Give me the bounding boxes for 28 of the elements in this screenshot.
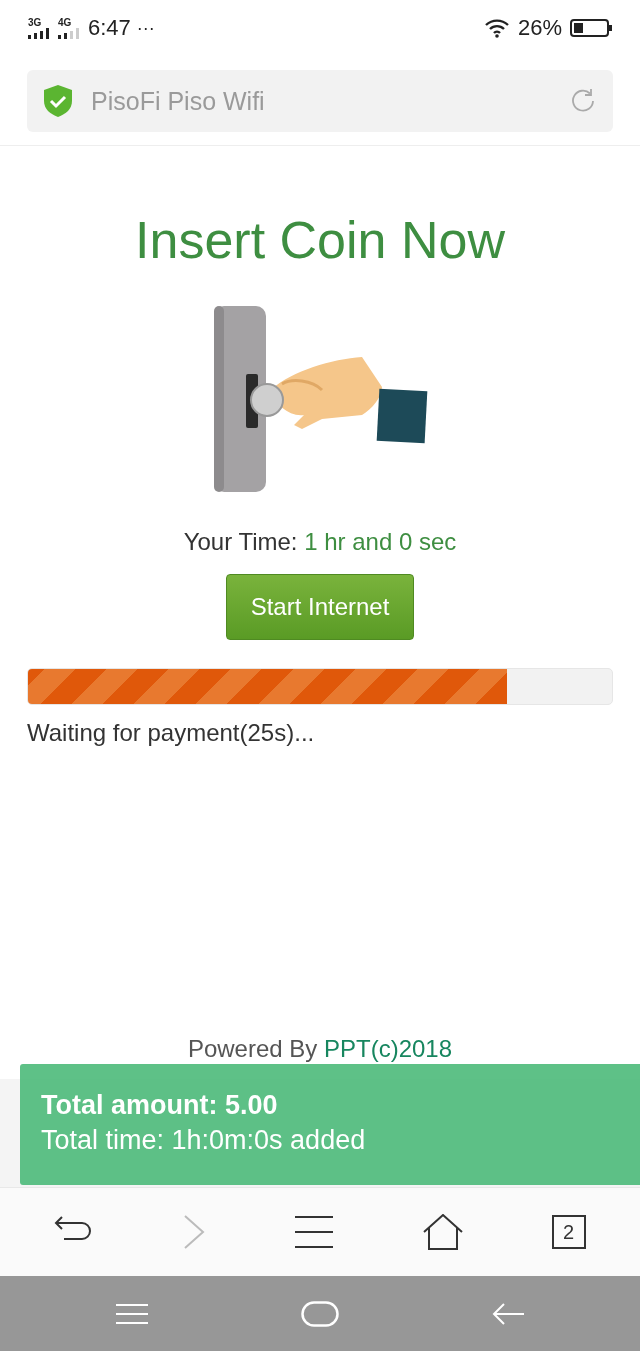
network-label: 4G	[58, 17, 72, 28]
notification-dots: ···	[136, 17, 155, 39]
reload-icon[interactable]	[569, 87, 597, 115]
total-amount: Total amount: 5.00	[41, 1090, 279, 1121]
page-heading: Insert Coin Now	[135, 210, 505, 271]
menu-icon[interactable]	[294, 1215, 334, 1249]
network-label: 3G	[28, 17, 42, 28]
footer-link[interactable]: PPT(c)2018	[324, 1035, 453, 1063]
tab-count-button[interactable]: 2	[551, 1215, 586, 1249]
wifi-icon	[483, 18, 510, 38]
start-internet-button[interactable]: Start Internet	[225, 574, 415, 640]
battery-percent: 26%	[517, 15, 562, 41]
clock-time: 6:47	[88, 15, 131, 41]
page-title: PisoFi Piso Wifi	[91, 86, 266, 116]
home-button-icon[interactable]	[301, 1300, 339, 1327]
shield-check-icon	[43, 84, 73, 118]
time-label: Your Time:	[183, 528, 298, 555]
total-time: Total time: 1h:0m:0s added	[41, 1125, 367, 1156]
time-value: 1 hr and 0 sec	[304, 528, 457, 555]
back-arrow-icon[interactable]	[491, 1301, 524, 1326]
battery-icon	[570, 19, 612, 37]
address-bar[interactable]: PisoFi Piso Wifi	[27, 70, 613, 132]
payment-status: Waiting for payment(25s)...	[27, 719, 316, 747]
home-icon[interactable]	[422, 1214, 463, 1250]
forward-icon[interactable]	[183, 1214, 206, 1250]
signal-icon	[58, 27, 82, 39]
footer-credit: Powered By	[187, 1035, 318, 1063]
signal-icon	[28, 27, 52, 39]
